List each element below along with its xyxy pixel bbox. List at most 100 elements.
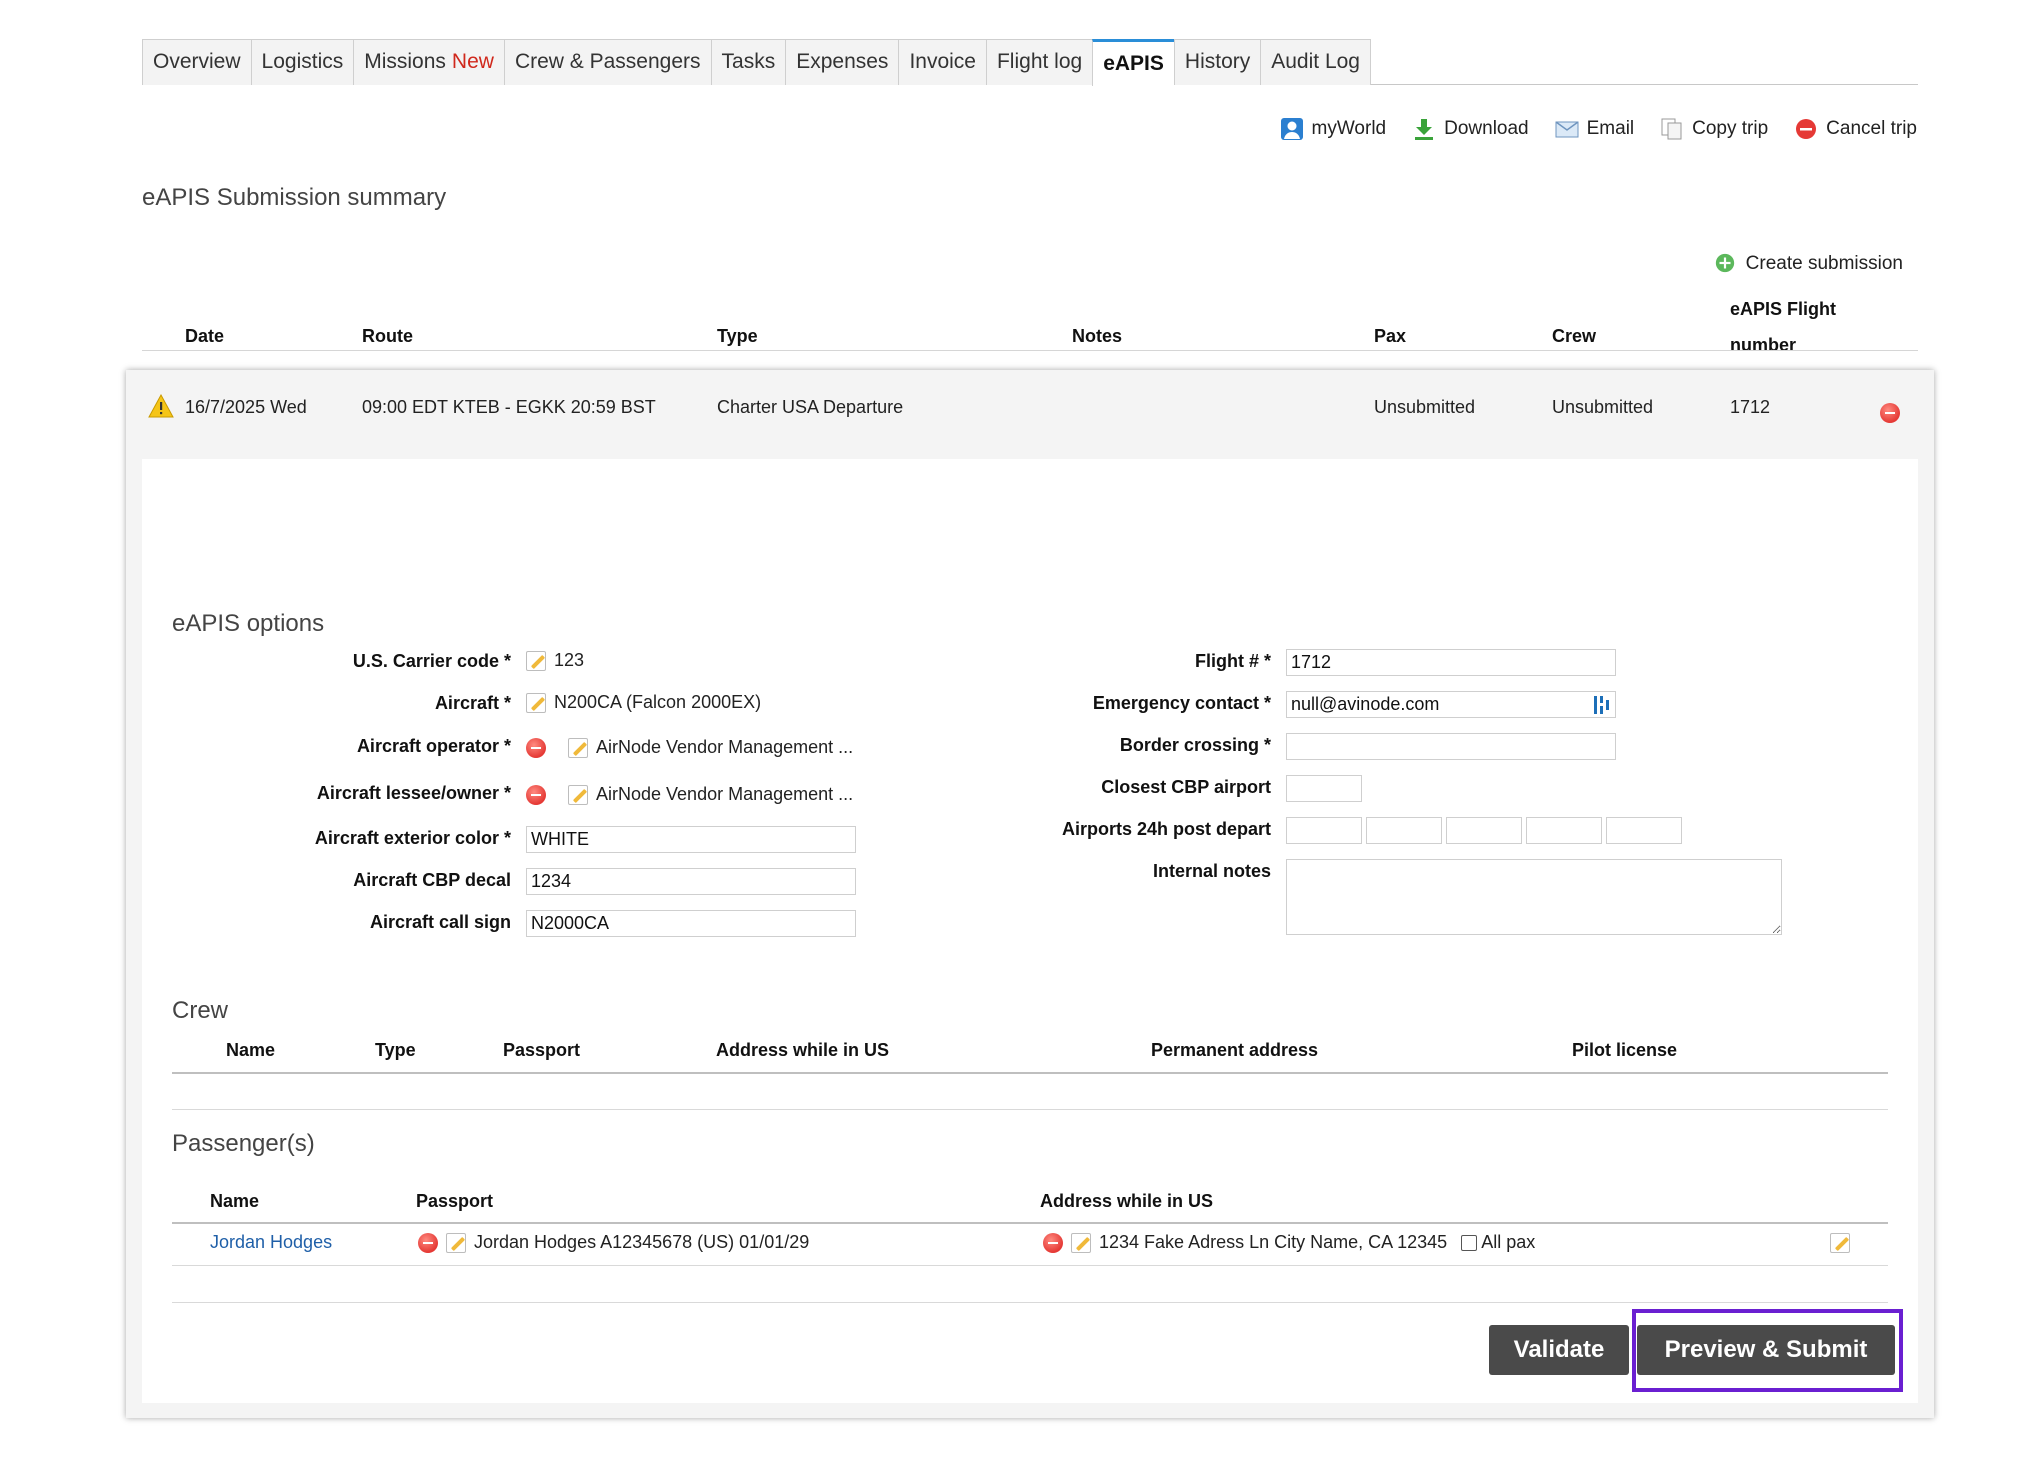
label-text: Aircraft (434, 693, 499, 713)
edit-pencil-icon[interactable] (568, 784, 588, 805)
summary-title: eAPIS Submission summary (142, 184, 447, 211)
tab-label: Flight log (996, 50, 1083, 73)
tab-invoice[interactable]: Invoice (898, 39, 986, 85)
email-link[interactable]: Email (1555, 117, 1634, 141)
tab-label: Audit Log (1271, 50, 1360, 73)
download-label: Download (1444, 118, 1529, 139)
cancel-icon (1794, 117, 1818, 141)
lessee-label: Aircraft lessee/owner * (317, 783, 511, 804)
passenger-address: 1234 Fake Adress Ln City Name, CA 12345 … (1043, 1232, 1535, 1253)
label-text: Border crossing (1119, 735, 1259, 755)
crew-title: Crew (172, 997, 229, 1024)
required-mark: * (1263, 651, 1271, 671)
flight-number-label: Flight # * (1195, 651, 1271, 672)
tab-missions[interactable]: Missions New (353, 39, 504, 85)
all-pax-checkbox[interactable] (1461, 1234, 1478, 1251)
required-mark: * (1263, 693, 1271, 713)
tab-tasks[interactable]: Tasks (710, 39, 786, 85)
label-text: Aircraft operator (356, 736, 499, 756)
myworld-label: myWorld (1311, 118, 1387, 139)
row-pax-status: Unsubmitted (1374, 397, 1476, 417)
tab-label: Tasks (721, 50, 776, 73)
tab-label: Expenses (796, 50, 889, 73)
cbp-decal-label: Aircraft CBP decal (353, 870, 511, 890)
summary-header-divider (142, 350, 1918, 351)
passenger-passport: Jordan Hodges A12345678 (US) 01/01/29 (418, 1232, 809, 1253)
col-pax: Pax (1374, 326, 1407, 346)
myworld-link[interactable]: myWorld (1280, 117, 1387, 141)
download-link[interactable]: Download (1412, 117, 1529, 141)
copy-trip-label: Copy trip (1692, 118, 1769, 139)
flight-number-input[interactable] (1286, 649, 1616, 676)
contact-picker-icon[interactable] (1592, 694, 1612, 721)
pax-col-passport: Passport (416, 1191, 494, 1211)
pax-header-divider (172, 1222, 1888, 1224)
remove-passport-icon[interactable] (418, 1232, 438, 1253)
operator-label: Aircraft operator * (357, 736, 511, 757)
carrier-code-value: 123 (526, 650, 584, 671)
col-flight-number-line2: number (1730, 335, 1797, 355)
edit-pencil-icon[interactable] (1071, 1232, 1091, 1253)
crew-col-passport: Passport (503, 1040, 581, 1060)
call-sign-input[interactable] (526, 910, 856, 937)
remove-address-icon[interactable] (1043, 1232, 1063, 1253)
airport-24h-input-1[interactable] (1286, 817, 1362, 844)
pax-row-divider (172, 1265, 1888, 1266)
tab-audit-log[interactable]: Audit Log (1260, 39, 1371, 85)
edit-pencil-icon[interactable] (568, 737, 588, 758)
cbp-airport-input[interactable] (1286, 775, 1362, 802)
remove-icon[interactable] (526, 737, 546, 758)
pencil-icon (1830, 1233, 1850, 1253)
tab-label: Overview (153, 50, 241, 73)
tab-overview[interactable]: Overview (142, 39, 251, 85)
label-text: Aircraft lessee/owner (316, 783, 499, 803)
emergency-contact-input[interactable] (1286, 691, 1616, 718)
tab-label: eAPIS (1103, 52, 1164, 75)
crew-col-permanent-address: Permanent address (1151, 1040, 1319, 1060)
exterior-color-label: Aircraft exterior color * (315, 828, 511, 849)
airport-24h-input-5[interactable] (1606, 817, 1682, 844)
internal-notes-textarea[interactable] (1286, 859, 1782, 935)
remove-icon[interactable] (526, 784, 546, 805)
cancel-trip-link[interactable]: Cancel trip (1794, 117, 1917, 141)
operator-text: AirNode Vendor Management ... (596, 737, 854, 757)
edit-passenger-icon[interactable] (1830, 1233, 1850, 1258)
edit-pencil-icon[interactable] (526, 692, 546, 713)
validate-button[interactable]: Validate (1489, 1325, 1629, 1375)
tab-label: Crew & Passengers (514, 50, 701, 73)
tab-expenses[interactable]: Expenses (785, 39, 899, 85)
crew-col-name: Name (226, 1040, 276, 1060)
border-crossing-label: Border crossing * (1120, 735, 1271, 756)
col-flight-number-line1: eAPIS Flight (1730, 299, 1837, 319)
passenger-name-link[interactable]: Jordan Hodges (210, 1232, 332, 1253)
tab-eapis[interactable]: eAPIS (1092, 39, 1174, 86)
airport-24h-input-2[interactable] (1366, 817, 1442, 844)
copy-trip-link[interactable]: Copy trip (1660, 117, 1768, 141)
pax-section-divider (172, 1302, 1888, 1303)
tab-logistics[interactable]: Logistics (250, 39, 354, 85)
edit-pencil-icon[interactable] (526, 650, 546, 671)
border-crossing-input[interactable] (1286, 733, 1616, 760)
download-icon (1412, 117, 1436, 141)
tab-crew-passengers[interactable]: Crew & Passengers (503, 39, 711, 85)
airport-24h-input-4[interactable] (1526, 817, 1602, 844)
tab-flight-log[interactable]: Flight log (985, 39, 1093, 85)
copy-icon (1660, 117, 1684, 141)
exterior-color-input[interactable] (526, 826, 856, 853)
tab-history[interactable]: History (1173, 39, 1261, 85)
crew-header-divider (172, 1072, 1888, 1074)
label-text: U.S. Carrier code (352, 651, 499, 671)
carrier-code-text: 123 (554, 650, 585, 670)
airport-24h-input-3[interactable] (1446, 817, 1522, 844)
label-text: Emergency contact (1092, 693, 1259, 713)
pax-col-name: Name (210, 1191, 260, 1211)
create-submission-link[interactable]: Create submission (1714, 252, 1903, 276)
row-flight-number: 1712 (1730, 397, 1771, 417)
cbp-decal-input[interactable] (526, 868, 856, 895)
edit-pencil-icon[interactable] (446, 1232, 466, 1253)
operator-value: AirNode Vendor Management ... (526, 737, 853, 758)
call-sign-label: Aircraft call sign (369, 912, 511, 932)
delete-submission-icon[interactable] (1880, 403, 1900, 428)
plus-circle-icon (1714, 252, 1738, 276)
passport-text: Jordan Hodges A12345678 (US) 01/01/29 (474, 1232, 810, 1252)
